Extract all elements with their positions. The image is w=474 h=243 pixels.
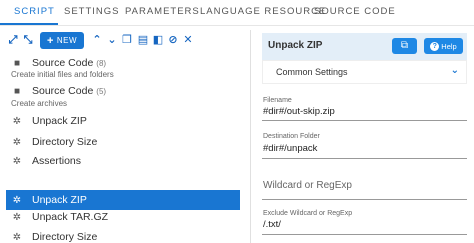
folder-icon: ■ [13,57,21,69]
gear-icon: ✲ [12,194,22,206]
tree-item-source-code[interactable]: ■ Source Code (5) [6,81,240,101]
chevron-down-icon: ⌄ [450,65,459,76]
tree-item-label: Unpack TAR.GZ [32,211,109,223]
exclude-wildcard-field[interactable]: /.txt/ [263,219,281,230]
move-down-icon[interactable]: ⌄ [106,33,118,47]
gear-icon: ✲ [12,115,22,127]
open-external-button[interactable]: ⧉ [392,38,417,54]
exclude-wildcard-underline [262,234,467,235]
tree-item-description: Create initial files and folders [11,70,114,79]
collapse-all-icon[interactable]: ⤡ [22,33,34,47]
paste-icon[interactable]: ▤ [137,33,149,47]
script-tree: ■ Source Code (8) Create initial files a… [0,52,250,243]
common-settings-label: Common Settings [276,67,348,77]
tab-language-resource[interactable]: LANGUAGE RESOURCE [200,6,326,17]
tree-item-unpack-zip[interactable]: ✲ Unpack ZIP [6,111,240,131]
tree-item-label: Source Code [32,57,94,69]
tree-item-count: (8) [96,58,107,68]
help-icon: ? [430,41,440,51]
tree-item-label: Unpack ZIP [32,194,87,206]
tree-item-description: Create archives [11,99,68,108]
gear-icon: ✲ [12,155,22,167]
destination-folder-label: Destination Folder [263,133,320,140]
expand-all-icon[interactable]: ⤢ [7,33,19,47]
step-panel-header: Unpack ZIP ⧉ ? Help [262,33,467,60]
tree-item-directory-size[interactable]: ✲ Directory Size [6,132,240,152]
exclude-wildcard-label: Exclude Wildcard or RegExp [263,210,353,217]
tree-item-unpack-tar-gz[interactable]: ✲ Unpack TAR.GZ [6,207,240,227]
folder-icon: ■ [13,85,21,97]
tab-script[interactable]: SCRIPT [14,6,55,17]
filename-underline [262,120,467,121]
gear-icon: ✲ [12,136,22,148]
tree-item-count: (5) [96,86,107,96]
delete-icon[interactable]: ✕ [182,33,194,47]
gear-icon: ✲ [12,231,22,243]
help-button[interactable]: ? Help [424,38,463,54]
tree-item-label: Directory Size [32,231,98,243]
new-button[interactable]: + NEW [40,32,84,49]
wildcard-field[interactable]: Wildcard or RegExp [263,180,352,191]
gear-icon: ✲ [12,211,22,223]
tree-item-directory-size[interactable]: ✲ Directory Size [6,227,240,243]
script-toolbar: ⤢ ⤡ + NEW ⌃ ⌄ ❐ ▤ ◧ ⊘ ✕ [0,30,250,52]
open-external-icon: ⧉ [400,40,409,51]
wildcard-underline [262,199,467,200]
filename-label: Filename [263,97,292,104]
panel-divider[interactable] [250,30,251,243]
new-button-label: NEW [56,36,78,45]
common-settings-section[interactable]: Common Settings ⌄ [262,60,467,84]
step-title: Unpack ZIP [268,40,323,51]
move-up-icon[interactable]: ⌃ [91,33,103,47]
disable-icon[interactable]: ⊘ [167,33,179,47]
tab-parameters[interactable]: PARAMETERS [125,6,200,17]
filename-field[interactable]: #dir#/out-skip.zip [263,106,335,117]
tree-item-label: Directory Size [32,136,98,148]
tree-item-label: Unpack ZIP [32,115,87,127]
duplicate-icon[interactable]: ◧ [152,33,164,47]
tab-source-code[interactable]: SOURCE CODE [314,6,396,17]
tab-bar: SCRIPT SETTINGS PARAMETERS LANGUAGE RESO… [0,0,474,26]
tree-item-label: Assertions [32,155,82,167]
copy-icon[interactable]: ❐ [121,33,133,47]
help-button-label: Help [441,41,457,51]
tree-item-label: Source Code [32,85,94,97]
plus-icon: + [46,34,54,47]
destination-folder-field[interactable]: #dir#/unpack [263,143,317,154]
tabs-divider [0,25,474,26]
tab-settings[interactable]: SETTINGS [64,6,120,17]
destination-folder-underline [262,158,467,159]
tree-item-assertions[interactable]: ✲ Assertions [6,151,240,171]
